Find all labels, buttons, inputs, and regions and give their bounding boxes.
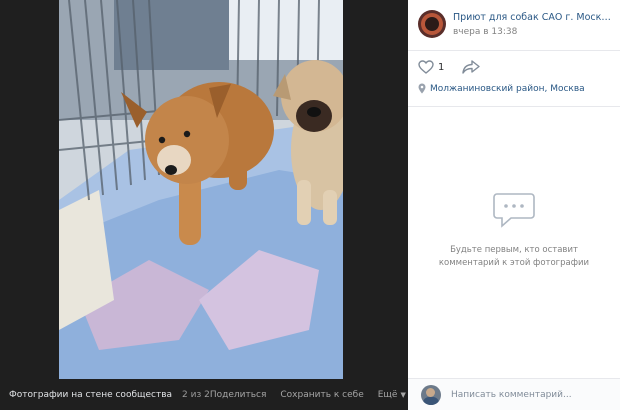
save-link[interactable]: Сохранить к себе	[280, 390, 363, 400]
photo-counter: 2 из 2	[182, 389, 210, 400]
empty-comments: Будьте первым, кто оставит комментарий к…	[408, 190, 620, 270]
post-actions: 1	[418, 58, 481, 76]
community-name[interactable]: Приют для собак САО г. Москвы в …	[453, 12, 615, 23]
empty-comments-text: Будьте первым, кто оставит комментарий к…	[438, 245, 590, 268]
divider	[408, 106, 620, 107]
location-pin-icon	[418, 83, 426, 94]
album-title[interactable]: Фотографии на стене сообщества	[9, 390, 172, 400]
share-arrow-icon	[462, 60, 481, 74]
more-label: Ещё	[377, 389, 398, 400]
post-time[interactable]: вчера в 13:38	[453, 27, 517, 37]
viewer-bottom-bar: Фотографии на стене сообщества 2 из 2 По…	[0, 379, 408, 410]
comment-composer	[408, 378, 620, 410]
location-text: Молжаниновский район, Москва	[430, 83, 585, 94]
photo-side-panel: Приют для собак САО г. Москвы в … вчера …	[408, 0, 620, 410]
viewer-actions: Поделиться Сохранить к себе Ещё ▼	[210, 390, 406, 400]
divider	[408, 50, 620, 51]
more-menu[interactable]: Ещё ▼	[378, 390, 406, 400]
chevron-down-icon: ▼	[400, 390, 406, 399]
photo-image	[59, 0, 343, 379]
photo[interactable]	[59, 0, 343, 379]
post-location[interactable]: Молжаниновский район, Москва	[418, 83, 585, 94]
comment-input[interactable]	[451, 389, 611, 400]
user-avatar[interactable]	[421, 384, 441, 405]
community-avatar[interactable]	[418, 10, 446, 38]
heart-icon	[418, 60, 434, 74]
share-link[interactable]: Поделиться	[210, 390, 267, 400]
comment-bubble-icon	[493, 193, 535, 228]
post-header: Приют для собак САО г. Москвы в … вчера …	[408, 0, 620, 50]
photo-viewer: Фотографии на стене сообщества 2 из 2 По…	[0, 0, 408, 410]
share-button[interactable]	[462, 60, 481, 74]
like-count: 1	[438, 61, 445, 73]
like-button[interactable]: 1	[418, 60, 444, 74]
